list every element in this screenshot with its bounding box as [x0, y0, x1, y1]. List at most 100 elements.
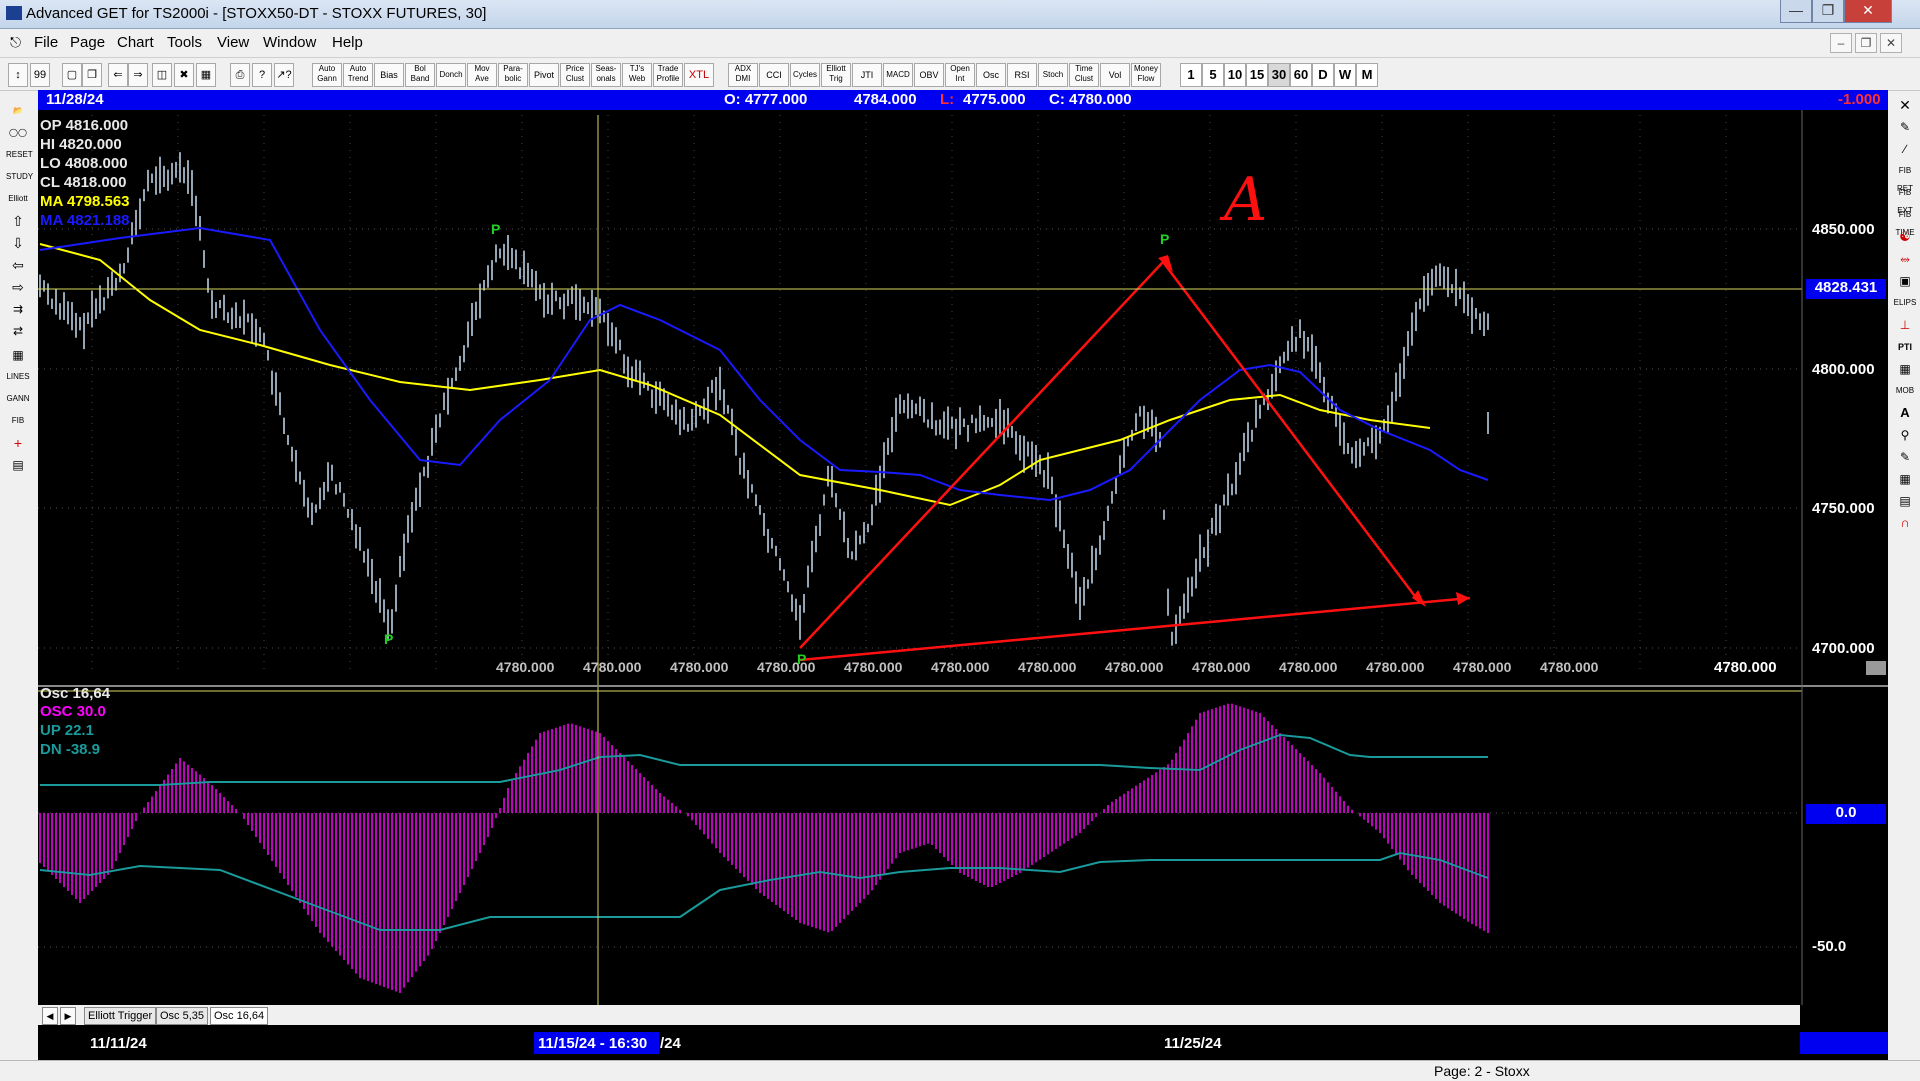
parabolic-button[interactable]: Para- bolic	[498, 63, 528, 87]
mob-icon[interactable]: MOB	[1893, 382, 1917, 400]
box-icon[interactable]: ▣	[1893, 272, 1917, 290]
interval-1-button[interactable]: 1	[1180, 63, 1202, 87]
seasonals-button[interactable]: Seas- onals	[591, 63, 621, 87]
print-icon[interactable]: ⎙	[230, 63, 250, 87]
money-flow-button[interactable]: Money Flow	[1131, 63, 1161, 87]
arrow-right-icon[interactable]: ⇨	[6, 278, 30, 296]
interval-10-button[interactable]: 10	[1224, 63, 1246, 87]
elliott-trig-button[interactable]: Elliott Trig	[821, 63, 851, 87]
mov-ave-button[interactable]: Mov Ave	[467, 63, 497, 87]
pti-icon[interactable]: PTI	[1893, 338, 1917, 356]
auto-gann-button[interactable]: Auto Gann	[312, 63, 342, 87]
grid-icon[interactable]: ▦	[196, 63, 216, 87]
arrow-up-icon[interactable]: ⇧	[6, 212, 30, 230]
fan-icon[interactable]: ⥈	[1893, 250, 1917, 268]
reset-icon[interactable]: RESET	[6, 146, 33, 164]
close-button[interactable]: ✕	[1844, 0, 1892, 23]
interval-15-button[interactable]: 15	[1246, 63, 1268, 87]
delete-icon[interactable]: ✖	[174, 63, 194, 87]
copy-chart-icon[interactable]: ❐	[82, 63, 102, 87]
zoom-box-icon[interactable]: ▦	[6, 346, 30, 364]
cci-button[interactable]: CCI	[759, 63, 789, 87]
magnet-icon[interactable]: ∩	[1893, 514, 1917, 532]
fib-ext-icon[interactable]: FIB EXT	[1893, 184, 1917, 215]
auto-trend-button[interactable]: Auto Trend	[343, 63, 373, 87]
gann-icon[interactable]: GANN	[6, 390, 30, 408]
interval-60-button[interactable]: 60	[1290, 63, 1312, 87]
channel-icon[interactable]: ⊥	[1893, 316, 1917, 334]
vol-button[interactable]: Vol	[1100, 63, 1130, 87]
pencil-icon[interactable]: ✎	[1893, 118, 1917, 136]
glasses-icon[interactable]: ◯◯	[6, 124, 30, 142]
cursor-tool-icon[interactable]: ↕	[8, 63, 28, 87]
open-int-button[interactable]: Open Int	[945, 63, 975, 87]
forward-icon[interactable]: ⇒	[128, 63, 148, 87]
rsi-button[interactable]: RSI	[1007, 63, 1037, 87]
close-x-icon[interactable]: ✕	[1893, 96, 1917, 114]
menu-page[interactable]: Page	[70, 34, 105, 51]
text-tool-icon[interactable]: A	[1893, 404, 1917, 422]
spiral-icon[interactable]: ☯	[1893, 228, 1917, 246]
scale-icon[interactable]	[1866, 661, 1886, 675]
paint-icon[interactable]: ✎	[1893, 448, 1917, 466]
chart-area[interactable]	[38, 90, 1888, 1060]
mdi-close-button[interactable]: ✕	[1880, 33, 1902, 53]
help-icon[interactable]: ?	[252, 63, 272, 87]
fib-ret-icon[interactable]: FIB RET	[1893, 162, 1917, 193]
new-chart-icon[interactable]: ▢	[62, 63, 82, 87]
save-icon[interactable]: ▤	[6, 456, 30, 474]
lines-icon[interactable]: LINES	[6, 368, 30, 386]
tab-next-arrow[interactable]: ▶	[60, 1007, 76, 1025]
menu-window[interactable]: Window	[263, 34, 316, 51]
obv-button[interactable]: OBV	[914, 63, 944, 87]
macd-button[interactable]: MACD	[883, 63, 913, 87]
elliott-icon[interactable]: Elliott	[6, 190, 30, 208]
cycles-button[interactable]: Cycles	[790, 63, 820, 87]
adx-dmi-button[interactable]: ADX DMI	[728, 63, 758, 87]
crosshair-icon[interactable]: +	[6, 434, 30, 452]
bol-band-button[interactable]: Bol Band	[405, 63, 435, 87]
trade-profile-button[interactable]: Trade Profile	[653, 63, 683, 87]
mdi-minimize-button[interactable]: –	[1830, 33, 1852, 53]
time-clust-button[interactable]: Time Clust	[1069, 63, 1099, 87]
magnify-icon[interactable]: ⚲	[1893, 426, 1917, 444]
interval-m-button[interactable]: M	[1356, 63, 1378, 87]
tab-elliott-trigger[interactable]: Elliott Trigger	[84, 1007, 157, 1025]
minimize-button[interactable]: —	[1780, 0, 1812, 23]
fib-icon[interactable]: FIB	[6, 412, 30, 430]
mdi-restore-button[interactable]: ❐	[1855, 33, 1877, 53]
interval-w-button[interactable]: W	[1334, 63, 1356, 87]
quote-tool-icon[interactable]: 99	[30, 63, 50, 87]
stoch-button[interactable]: Stoch	[1038, 63, 1068, 87]
arrow-left-icon[interactable]: ⇦	[6, 256, 30, 274]
menu-help[interactable]: Help	[332, 34, 363, 51]
ellipse-icon[interactable]: ELIPS	[1893, 294, 1917, 312]
expand-icon[interactable]: ⇄	[6, 322, 30, 340]
restore-button[interactable]: ❐	[1812, 0, 1844, 23]
arrow-down-icon[interactable]: ⇩	[6, 234, 30, 252]
pivot-button[interactable]: Pivot	[529, 63, 559, 87]
tab-osc-16-64[interactable]: Osc 16,64	[210, 1007, 269, 1025]
bias-button[interactable]: Bias	[374, 63, 404, 87]
tjs-web-button[interactable]: TJ's Web	[622, 63, 652, 87]
xtl-button[interactable]: XTL	[684, 63, 714, 87]
interval-30-button[interactable]: 30	[1268, 63, 1290, 87]
menu-tools[interactable]: Tools	[167, 34, 202, 51]
menu-file[interactable]: File	[34, 34, 58, 51]
table-icon[interactable]: ▦	[1893, 470, 1917, 488]
menu-view[interactable]: View	[217, 34, 249, 51]
tab-prev-arrow[interactable]: ◀	[42, 1007, 58, 1025]
jti-button[interactable]: JTI	[852, 63, 882, 87]
interval-d-button[interactable]: D	[1312, 63, 1334, 87]
interval-5-button[interactable]: 5	[1202, 63, 1224, 87]
compress-icon[interactable]: ⇉	[6, 300, 30, 318]
fib-time-icon[interactable]: FIB TIME	[1893, 206, 1917, 237]
study-icon[interactable]: STUDY	[6, 168, 33, 186]
report-icon[interactable]: ▤	[1893, 492, 1917, 510]
tab-osc-5-35[interactable]: Osc 5,35	[156, 1007, 209, 1025]
layout-icon[interactable]: ◫	[152, 63, 172, 87]
price-clust-button[interactable]: Price Clust	[560, 63, 590, 87]
back-icon[interactable]: ⇐	[108, 63, 128, 87]
open-folder-icon[interactable]: 📂	[6, 102, 30, 120]
grid-tool-icon[interactable]: ▦	[1893, 360, 1917, 378]
